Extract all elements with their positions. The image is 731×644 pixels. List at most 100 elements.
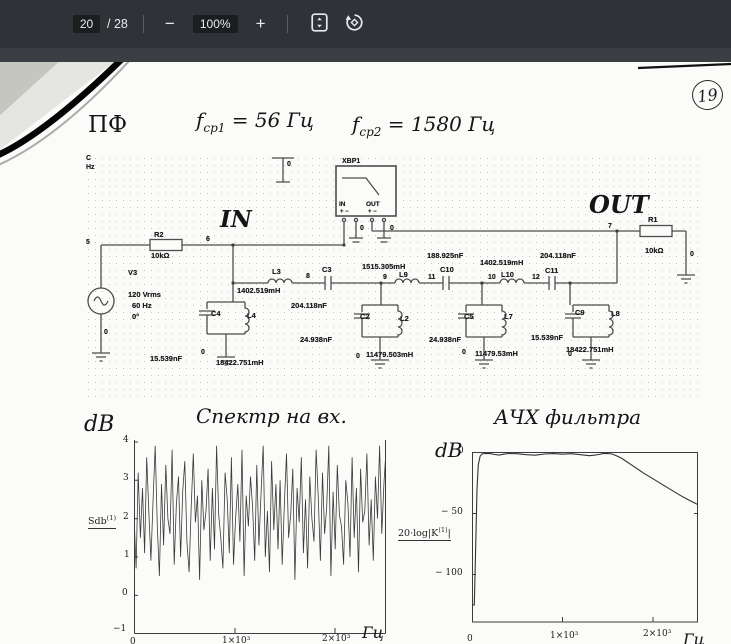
l8-ref: L8 xyxy=(611,309,620,318)
l4-ref: L4 xyxy=(247,311,256,320)
afc-xtick-1k: 1×10³ xyxy=(550,632,578,641)
instrument-gnd-in-0: 0 xyxy=(360,225,364,232)
instrument-gnd-out-0: 0 xyxy=(390,225,394,232)
pdf-toolbar: 20 / 28 − 100% + xyxy=(0,0,731,48)
afc-xunit-label: Гц xyxy=(683,632,705,644)
c11-ref: C11 xyxy=(545,266,558,275)
afc-series-label: 20·log|K⟨1⟩| xyxy=(398,527,451,541)
l2-ref: L2 xyxy=(400,314,409,323)
spectrum-xunit-label: Гц xyxy=(362,625,384,641)
output-hand-label: OUT xyxy=(589,193,649,217)
zoom-in-button[interactable]: + xyxy=(250,13,272,35)
spectrum-db-label: dB xyxy=(84,414,114,436)
cutoff-freq-2: fср2 = 1580 Гц xyxy=(352,114,495,138)
node-12: 12 xyxy=(532,274,540,281)
spectrum-ytick-0: 0 xyxy=(122,589,128,598)
l10-ref: L10 xyxy=(501,270,514,279)
c4-ref: C4 xyxy=(211,309,221,318)
zoom-level-display[interactable]: 100% xyxy=(193,15,238,33)
c3-ref: C3 xyxy=(322,265,332,274)
node-0-tank3: 0 xyxy=(462,349,466,356)
source-voltage: 120 Vrms xyxy=(128,290,161,299)
node-11: 11 xyxy=(428,274,435,281)
c9-ref: C9 xyxy=(575,308,585,317)
afc-title: АЧХ фильтра xyxy=(494,407,641,427)
c5-ref: C5 xyxy=(464,312,474,321)
c9-value: 15.539nF xyxy=(531,333,563,342)
node-9: 9 xyxy=(383,274,387,281)
l7-value: 11479.53mH xyxy=(475,349,518,358)
source-ref: V3 xyxy=(128,268,137,277)
r2-ref: R2 xyxy=(154,230,164,239)
afc-xtick-0: 0 xyxy=(467,635,473,644)
afc-plot-line xyxy=(472,453,697,605)
afc-ytick-m50: − 50 xyxy=(441,508,463,517)
rotate-button[interactable] xyxy=(344,12,365,36)
fit-page-icon xyxy=(311,13,328,35)
node-8: 8 xyxy=(306,273,310,280)
r1-value: 10kΩ xyxy=(645,246,664,255)
c10-value: 188.925nF xyxy=(427,251,463,260)
node-0-tank1: 0 xyxy=(201,349,205,356)
scan-edge-line xyxy=(638,64,731,68)
filter-type-label: ПФ xyxy=(88,114,127,137)
l4-value: 18422.751mH xyxy=(216,358,264,367)
l7-ref: L7 xyxy=(504,312,513,321)
document-page: ПФ fср1 = 56 Гц fср2 = 1580 Гц 1 9 C Hz 0… xyxy=(0,62,731,644)
node-0-tank2: 0 xyxy=(356,353,360,360)
spectrum-title: Спектр на вх. xyxy=(196,406,347,426)
toolbar-divider xyxy=(143,15,144,33)
afc-ytick-m100: − 100 xyxy=(435,569,463,578)
r2-value: 10kΩ xyxy=(151,251,170,260)
instrument-in-label: IN xyxy=(339,201,346,208)
node-7: 7 xyxy=(608,223,612,230)
probe-node-0: 0 xyxy=(287,161,291,168)
afc-ytick-0: 0 xyxy=(458,447,464,456)
spectrum-ytick-m1: −1 xyxy=(113,625,126,634)
node-10: 10 xyxy=(488,274,496,281)
page-number-input[interactable]: 20 xyxy=(73,15,100,33)
spectrum-plot-line xyxy=(134,446,386,580)
rotate-icon xyxy=(344,12,365,36)
spectrum-xtick-2k: 2×10³ xyxy=(322,635,350,644)
spectrum-ytick-1: 1 xyxy=(124,551,130,560)
l3-value: 1402.519mH xyxy=(237,286,280,295)
node-6: 6 xyxy=(206,236,210,243)
afc-xtick-2k: 2×10³ xyxy=(643,630,671,639)
fit-page-button[interactable] xyxy=(311,13,328,35)
c10-ref: C10 xyxy=(440,265,454,274)
c11-value: 204.118nF xyxy=(540,251,576,260)
scan-corner-shade2 xyxy=(0,62,62,118)
instrument-in-pin-marks: + − xyxy=(340,209,349,215)
l10-value: 1402.519mH xyxy=(480,258,523,267)
c2-ref: C2 xyxy=(360,312,370,321)
node-0-r1: 0 xyxy=(690,251,694,258)
viewer-background xyxy=(0,48,731,62)
cutoff-freq-1: fср1 = 56 Гц xyxy=(196,110,314,134)
spectrum-ytick-4: 4 xyxy=(123,436,129,445)
scan-corner-shade xyxy=(0,62,118,152)
afc-chart xyxy=(472,452,698,624)
corner-label-hz: Hz xyxy=(86,164,95,171)
l9-ref: L9 xyxy=(399,270,408,279)
zoom-out-button[interactable]: − xyxy=(159,13,181,35)
instrument-ref: XBP1 xyxy=(342,158,360,165)
node-0-source: 0 xyxy=(104,329,108,336)
instrument-out-label: OUT xyxy=(366,201,380,208)
c5-value: 24.938nF xyxy=(429,335,461,344)
r1-ref: R1 xyxy=(648,215,658,224)
c3-value: 204.118nF xyxy=(291,301,327,310)
spectrum-series-label: Sdb(1) xyxy=(88,515,116,529)
spectrum-xtick-1k: 1×10³ xyxy=(222,637,250,644)
spectrum-ytick-2: 2 xyxy=(123,513,129,522)
input-hand-label: IN xyxy=(220,208,252,231)
c2-value: 24.938nF xyxy=(300,335,332,344)
node-5: 5 xyxy=(86,239,90,246)
pdf-viewer-window: 20 / 28 − 100% + xyxy=(0,0,731,644)
instrument-out-pin-marks: + − xyxy=(368,209,377,215)
spectrum-ytick-3: 3 xyxy=(123,474,129,483)
page-count-label: / 28 xyxy=(107,17,128,31)
l8-value: 18422.751mH xyxy=(566,345,614,354)
toolbar-divider xyxy=(287,15,288,33)
corner-label-c: C xyxy=(86,155,91,162)
